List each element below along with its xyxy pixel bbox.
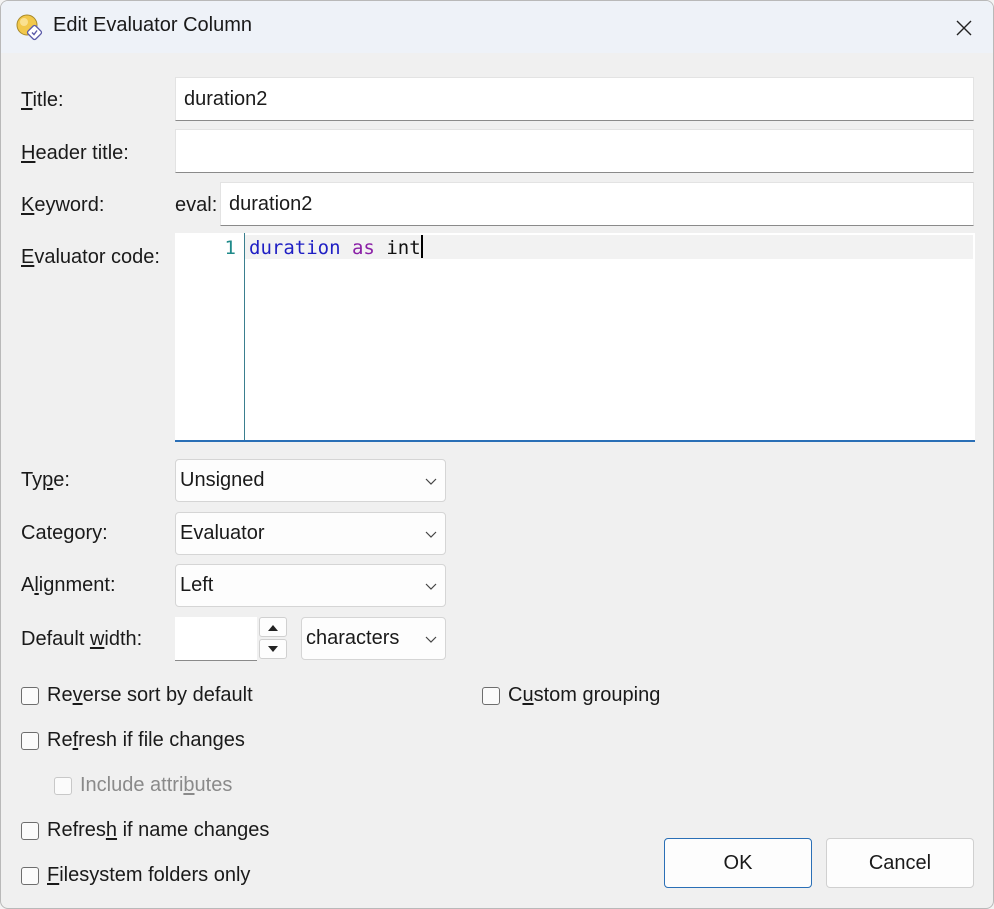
alignment-dropdown[interactable]: Left: [175, 564, 446, 607]
header-title-input[interactable]: [175, 129, 974, 173]
category-dropdown[interactable]: Evaluator: [175, 512, 446, 555]
filesystem-only-label: Filesystem folders only: [47, 864, 251, 886]
include-attributes-checkbox: Include attributes: [54, 774, 232, 797]
spin-up-button[interactable]: [259, 617, 287, 637]
alignment-label: Alignment:: [21, 574, 116, 596]
text-caret: [420, 235, 423, 258]
cancel-button[interactable]: Cancel: [826, 838, 974, 888]
chevron-down-icon: [425, 583, 437, 590]
custom-grouping-label: Custom grouping: [508, 684, 661, 706]
default-width-input[interactable]: [175, 617, 257, 661]
include-attributes-label: Include attributes: [80, 774, 233, 796]
keyword-label: Keyword:: [21, 194, 105, 216]
refresh-file-checkbox[interactable]: Refresh if file changes: [21, 729, 245, 752]
title-bar: Edit Evaluator Column: [1, 1, 993, 53]
spin-down-icon: [268, 645, 278, 652]
spin-up-icon: [268, 624, 278, 631]
refresh-name-label: Refresh if name changes: [47, 819, 270, 841]
width-unit-dropdown[interactable]: characters: [301, 617, 446, 660]
category-label: Category:: [21, 522, 108, 544]
checkbox-box[interactable]: [21, 731, 39, 750]
filesystem-only-checkbox[interactable]: Filesystem folders only: [21, 864, 250, 887]
checkbox-box[interactable]: [21, 866, 39, 885]
checkbox-box[interactable]: [21, 821, 39, 840]
code-token-as: as: [351, 237, 375, 259]
checkbox-box[interactable]: [21, 686, 39, 705]
type-label: Type:: [21, 469, 70, 491]
code-token-duration: duration: [249, 237, 341, 259]
custom-grouping-checkbox[interactable]: Custom grouping: [482, 684, 660, 707]
title-input[interactable]: duration2: [175, 77, 974, 121]
line-number: 1: [224, 237, 236, 259]
window-title: Edit Evaluator Column: [53, 14, 252, 36]
keyword-prefix: eval:: [175, 194, 218, 216]
ok-button[interactable]: OK: [664, 838, 812, 888]
code-token-int: int: [386, 237, 421, 259]
title-label: Title:: [21, 89, 64, 111]
spin-down-button[interactable]: [259, 639, 287, 659]
refresh-name-checkbox[interactable]: Refresh if name changes: [21, 819, 269, 842]
keyword-input[interactable]: duration2: [220, 182, 974, 226]
width-unit-value: characters: [306, 627, 400, 649]
chevron-down-icon: [425, 478, 437, 485]
reverse-sort-label: Reverse sort by default: [47, 684, 253, 706]
chevron-down-icon: [425, 636, 437, 643]
code-line: duration as int: [249, 235, 423, 261]
line-number-gutter: 1: [175, 233, 245, 440]
type-dropdown[interactable]: Unsigned: [175, 459, 446, 502]
code-editor[interactable]: 1 duration as int: [175, 233, 975, 442]
chevron-down-icon: [425, 531, 437, 538]
checkbox-box[interactable]: [482, 686, 500, 705]
title-input-value: duration2: [184, 87, 268, 110]
category-dropdown-value: Evaluator: [180, 522, 265, 544]
header-title-label: Header title:: [21, 142, 129, 164]
reverse-sort-checkbox[interactable]: Reverse sort by default: [21, 684, 253, 707]
alignment-dropdown-value: Left: [180, 574, 214, 596]
dialog-window: Edit Evaluator Column Title: duration2 H…: [0, 0, 994, 909]
evaluator-app-icon: [15, 13, 43, 41]
default-width-label: Default width:: [21, 628, 143, 650]
keyword-input-value: duration2: [229, 192, 313, 215]
refresh-file-label: Refresh if file changes: [47, 729, 245, 751]
checkbox-box: [54, 776, 72, 795]
close-icon: [956, 20, 972, 36]
type-dropdown-value: Unsigned: [180, 469, 265, 491]
evaluator-code-label: Evaluator code:: [21, 246, 160, 268]
close-button[interactable]: [941, 9, 987, 47]
